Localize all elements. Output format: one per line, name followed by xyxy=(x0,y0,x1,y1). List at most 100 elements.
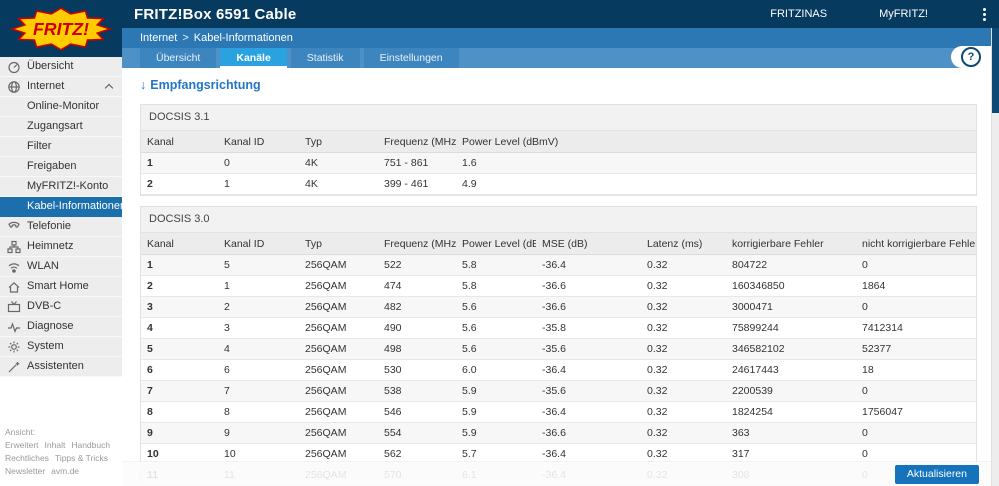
handbuch-link[interactable]: Handbuch xyxy=(71,440,110,450)
sidebar-item-system[interactable]: System xyxy=(0,337,122,357)
column-header: Power Level (dBmV) xyxy=(456,233,536,255)
column-header: Kanal ID xyxy=(218,131,299,153)
sidebar-item-kabel-informationen[interactable]: Kabel-Informationen xyxy=(0,197,122,217)
sidebar-footer: Ansicht: Erweitert Inhalt Handbuch Rechtli… xyxy=(5,426,120,478)
scrollbar-thumb[interactable] xyxy=(992,28,999,113)
sidebar-item-zugangsart[interactable]: Zugangsart xyxy=(0,117,122,137)
sidebar-item-dvb-c[interactable]: DVB-C xyxy=(0,297,122,317)
kebab-menu-icon[interactable] xyxy=(980,5,989,24)
inhalt-link[interactable]: Inhalt xyxy=(45,440,66,450)
fritz-logo[interactable]: FRITZ! xyxy=(0,0,122,57)
table-cell: 3 xyxy=(141,296,218,318)
table-cell: 482 xyxy=(378,296,456,318)
sidebar-item-label: WLAN xyxy=(27,260,59,272)
sidebar-item-label: Telefonie xyxy=(27,220,72,232)
table-cell: 0.32 xyxy=(641,422,726,444)
sidebar-item-assistenten[interactable]: Assistenten xyxy=(0,357,122,377)
table-cell: 8 xyxy=(141,401,218,423)
newsletter-link[interactable]: Newsletter xyxy=(5,466,45,476)
table-cell: 804722 xyxy=(726,254,856,276)
sidebar-item-smart-home[interactable]: Smart Home xyxy=(0,277,122,297)
table-cell: 4K xyxy=(299,173,378,195)
sidebar-item-filter[interactable]: Filter xyxy=(0,137,122,157)
fritz-logo-text: FRITZ! xyxy=(33,19,89,39)
sidebar-item-diagnose[interactable]: Diagnose xyxy=(0,317,122,337)
sidebar-item-uebersicht[interactable]: Übersicht xyxy=(0,57,122,77)
table-cell: 346582102 xyxy=(726,338,856,360)
table-cell: 530 xyxy=(378,359,456,381)
table-cell: 7 xyxy=(141,380,218,402)
breadcrumb: Internet > Kabel-Informationen xyxy=(140,32,293,44)
breadcrumb-separator: > xyxy=(182,32,189,44)
scrollbar[interactable] xyxy=(991,28,999,486)
table-cell: 256QAM xyxy=(299,338,378,360)
section-title: Empfangsrichtung xyxy=(150,78,261,92)
pulse-icon xyxy=(8,322,20,334)
sidebar-item-label: Internet xyxy=(27,80,65,92)
column-header: MSE (dB) xyxy=(536,233,641,255)
table-cell: 5.6 xyxy=(456,296,536,318)
table-cell: 5 xyxy=(218,254,299,276)
table-header-row: Kanal Kanal ID Typ Frequenz (MHz) Power Leve… xyxy=(141,131,976,153)
table-cell: 9 xyxy=(218,422,299,444)
table-cell: 0.32 xyxy=(641,359,726,381)
column-header: Kanal ID xyxy=(218,233,299,255)
tab-statistik[interactable]: Statistik xyxy=(290,48,360,68)
table-row: 4 3 256QAM 490 5.6 -35.8 0.32 75899244 7412314 xyxy=(141,317,976,339)
sidebar-item-label: Heimnetz xyxy=(27,240,74,252)
table-cell: 75899244 xyxy=(726,317,856,339)
help-icon[interactable]: ? xyxy=(961,47,981,67)
rechtliches-link[interactable]: Rechtliches xyxy=(5,453,49,463)
column-header: Latenz (ms) xyxy=(641,233,726,255)
table-row: 5 4 256QAM 498 5.6 -35.6 0.32 346582102 52377 xyxy=(141,338,976,360)
table-cell: -36.4 xyxy=(536,254,641,276)
sidebar-item-online-monitor[interactable]: Online-Monitor xyxy=(0,97,122,117)
breadcrumb-section[interactable]: Internet xyxy=(140,32,177,44)
sidebar: Übersicht Internet Online-Monitor Zugang… xyxy=(0,57,122,486)
table-cell: 2 xyxy=(218,296,299,318)
table-cell: 4 xyxy=(218,338,299,360)
sidebar-item-telefonie[interactable]: Telefonie xyxy=(0,217,122,237)
sidebar-item-internet[interactable]: Internet xyxy=(0,77,122,97)
myfritz-link[interactable]: MyFRITZ! xyxy=(879,8,928,20)
table-row: 7 7 256QAM 538 5.9 -35.6 0.32 2200539 0 xyxy=(141,380,976,402)
column-header: Typ xyxy=(299,233,378,255)
sidebar-item-wlan[interactable]: WLAN xyxy=(0,257,122,277)
sidebar-item-label: Smart Home xyxy=(27,280,89,292)
table-cell: 1 xyxy=(218,173,299,195)
gear-icon xyxy=(8,341,20,353)
sidebar-item-label: System xyxy=(27,340,64,352)
table-cell: 1 xyxy=(218,275,299,297)
chevron-up-icon xyxy=(104,83,114,93)
table-cell: 256QAM xyxy=(299,296,378,318)
tab-uebersicht[interactable]: Übersicht xyxy=(140,48,217,68)
tab-kanaele[interactable]: Kanäle xyxy=(220,48,287,68)
table-cell: 9 xyxy=(141,422,218,444)
docsis31-table: Kanal Kanal ID Typ Frequenz (MHz) Power Leve… xyxy=(141,131,976,195)
tipps-tricks-link[interactable]: Tipps & Tricks xyxy=(55,453,108,463)
sidebar-item-label: Übersicht xyxy=(27,60,74,72)
table-cell: -36.6 xyxy=(536,422,641,444)
sidebar-item-label: Freigaben xyxy=(27,160,77,172)
sidebar-item-label: Diagnose xyxy=(27,320,74,332)
table-cell: 256QAM xyxy=(299,422,378,444)
table-cell: 4 xyxy=(141,317,218,339)
column-header: Typ xyxy=(299,131,378,153)
table-cell: 522 xyxy=(378,254,456,276)
table-cell: -35.8 xyxy=(536,317,641,339)
refresh-button[interactable]: Aktualisieren xyxy=(894,464,979,484)
table-row: 9 9 256QAM 554 5.9 -36.6 0.32 363 0 xyxy=(141,422,976,444)
sidebar-item-heimnetz[interactable]: Heimnetz xyxy=(0,237,122,257)
fritznas-link[interactable]: FRITZINAS xyxy=(770,8,827,20)
header-nav: FRITZINAS MyFRITZ! xyxy=(770,5,989,24)
table-cell: 8 xyxy=(218,401,299,423)
avm-de-link[interactable]: avm.de xyxy=(51,466,79,476)
table-cell: -36.6 xyxy=(536,275,641,297)
table-cell: 256QAM xyxy=(299,254,378,276)
table-cell: 0 xyxy=(218,152,299,174)
table-cell: 546 xyxy=(378,401,456,423)
view-mode-link[interactable]: Ansicht: Erweitert xyxy=(5,427,39,450)
tab-einstellungen[interactable]: Einstellungen xyxy=(363,48,459,68)
sidebar-item-myfritz-konto[interactable]: MyFRITZ!-Konto xyxy=(0,177,122,197)
sidebar-item-freigaben[interactable]: Freigaben xyxy=(0,157,122,177)
